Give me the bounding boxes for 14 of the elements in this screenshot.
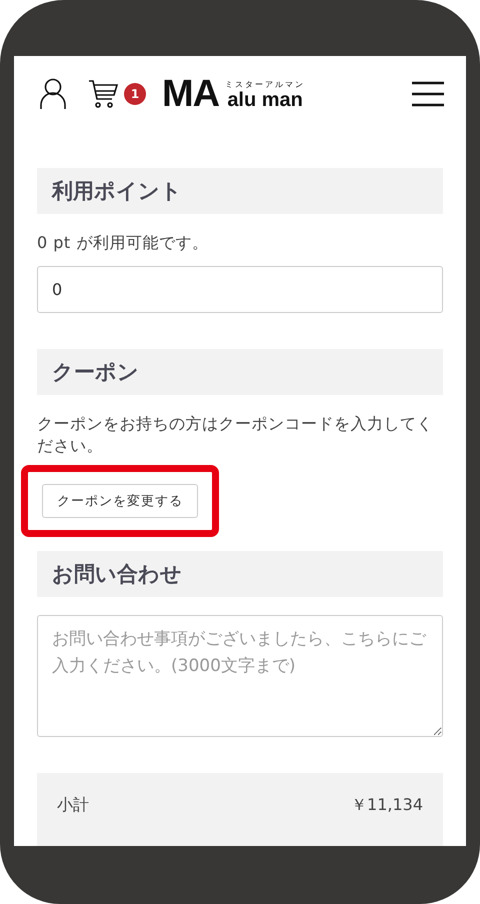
cart-icon[interactable] <box>88 79 118 109</box>
points-note: 0 pt が利用可能です。 <box>37 232 210 254</box>
summary-value: ￥11,134 <box>351 795 423 816</box>
points-input[interactable]: 0 <box>37 266 443 313</box>
summary-label: 小計 <box>57 795 89 816</box>
user-icon[interactable] <box>40 78 66 110</box>
cart-count-badge: 1 <box>124 83 146 105</box>
inquiry-field[interactable]: お問い合わせ事項がございましたら、こちらにご入力ください。(3000文字まで) <box>37 615 443 737</box>
menu-icon[interactable] <box>412 81 444 107</box>
section-heading: 利用ポイント <box>37 168 443 214</box>
section-heading: クーポン <box>37 349 443 395</box>
change-coupon-button[interactable]: クーポンを変更する <box>42 484 198 518</box>
section-heading: お問い合わせ <box>37 551 443 597</box>
coupon-note: クーポンをお持ちの方はクーポンコードを入力してください。 <box>37 413 434 457</box>
